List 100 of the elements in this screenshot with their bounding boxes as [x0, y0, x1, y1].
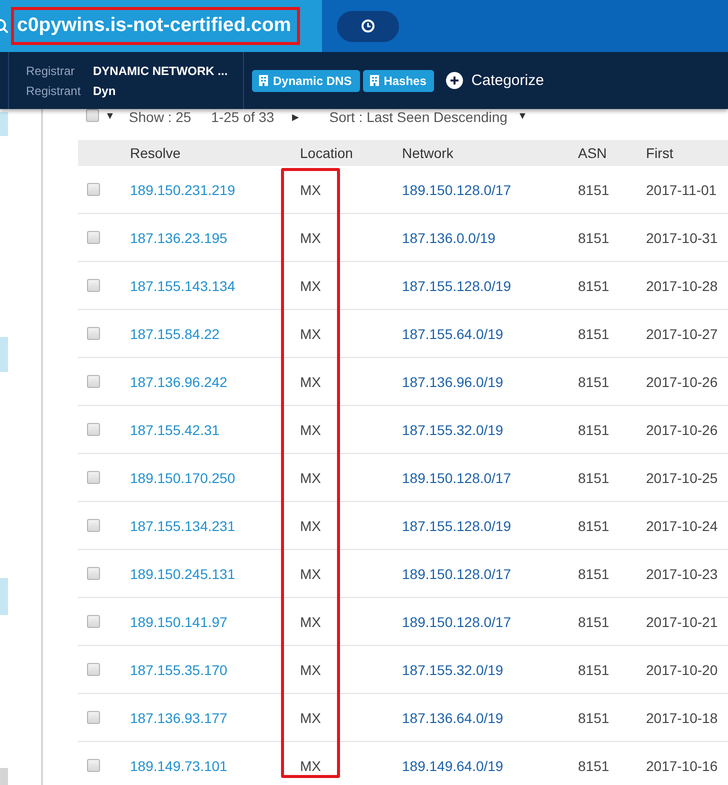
sidebar-tab[interactable]: [0, 337, 8, 372]
row-checkbox[interactable]: [87, 759, 100, 772]
search-icon: [0, 19, 8, 33]
table-cell-text: 2017-10-26: [645, 422, 719, 438]
table-link[interactable]: 189.150.128.0/17: [390, 614, 566, 630]
table-link[interactable]: 189.150.170.250: [118, 470, 288, 486]
table-link[interactable]: 187.155.128.0/19: [390, 518, 566, 534]
detail-label: Registrar: [26, 64, 76, 78]
table-cell-text: 8151: [577, 422, 610, 438]
sidebar-tab[interactable]: [0, 578, 8, 615]
row-checkbox[interactable]: [87, 711, 100, 724]
row-checkbox[interactable]: [87, 471, 100, 484]
table-cell-text: 8151: [577, 662, 610, 678]
table-cell-text: 8151: [577, 326, 610, 342]
table-cell-text: MX: [299, 518, 322, 534]
history-button[interactable]: [337, 10, 399, 42]
table-link[interactable]: 187.155.143.134: [118, 278, 288, 294]
row-checkbox[interactable]: [87, 327, 100, 340]
sort-selector[interactable]: Sort : Last Seen Descending: [329, 109, 508, 125]
table-link[interactable]: 187.155.134.231: [118, 518, 288, 534]
table-cell-text: 8151: [577, 758, 610, 774]
table-cell-text: 2017-10-21: [645, 614, 719, 630]
table-cell-text: MX: [299, 182, 322, 198]
building-icon: [370, 75, 379, 86]
next-page-button[interactable]: ▶: [292, 109, 300, 125]
table-cell-text: MX: [299, 566, 322, 582]
sort-caret[interactable]: ▼: [517, 109, 528, 125]
table-cell-text: MX: [299, 422, 322, 438]
table-link[interactable]: 187.136.0.0/19: [390, 230, 566, 246]
table-link[interactable]: 187.155.32.0/19: [390, 662, 566, 678]
table-cell-text: 2017-10-24: [645, 518, 719, 534]
row-checkbox[interactable]: [87, 615, 100, 628]
column-header[interactable]: Resolve: [118, 145, 288, 161]
clock-icon: [361, 19, 375, 33]
table-cell-text: 2017-10-18: [645, 710, 719, 726]
table-link[interactable]: 187.136.93.177: [118, 710, 288, 726]
table-cell-text: 8151: [577, 278, 610, 294]
table-cell-text: MX: [299, 758, 322, 774]
row-checkbox[interactable]: [87, 231, 100, 244]
table-cell-text: MX: [299, 662, 322, 678]
table-link[interactable]: 187.136.64.0/19: [390, 710, 566, 726]
row-checkbox[interactable]: [87, 279, 100, 292]
table-cell-text: MX: [299, 374, 322, 390]
table-cell-text: 8151: [577, 566, 610, 582]
table-link[interactable]: 189.150.231.219: [118, 182, 288, 198]
table-link[interactable]: 189.150.128.0/17: [390, 182, 566, 198]
table-link[interactable]: 187.155.84.22: [118, 326, 288, 342]
table-cell-text: MX: [299, 326, 322, 342]
table-cell-text: 8151: [577, 470, 610, 486]
page-size-selector[interactable]: Show : 25: [128, 109, 192, 125]
table-link[interactable]: 189.149.73.101: [118, 758, 288, 774]
table-cell-text: 8151: [577, 614, 610, 630]
table-link[interactable]: 189.150.128.0/17: [390, 470, 566, 486]
row-checkbox[interactable]: [87, 423, 100, 436]
detail-value: Dyn: [93, 84, 117, 98]
table-link[interactable]: 187.136.96.0/19: [390, 374, 566, 390]
table-cell-text: 2017-10-20: [645, 662, 719, 678]
table-link[interactable]: 189.150.141.97: [118, 614, 288, 630]
building-icon: [259, 75, 268, 86]
table-link[interactable]: 187.136.96.242: [118, 374, 288, 390]
categorize-button[interactable]: Categorize: [446, 72, 544, 89]
table-cell-text: 2017-10-23: [645, 566, 719, 582]
row-checkbox[interactable]: [87, 183, 100, 196]
table-cell-text: 8151: [577, 230, 610, 246]
table-link[interactable]: 189.149.64.0/19: [390, 758, 566, 774]
table-link[interactable]: 187.155.42.31: [118, 422, 288, 438]
column-header[interactable]: Network: [390, 145, 566, 161]
table-cell-text: 8151: [577, 374, 610, 390]
select-menu-caret[interactable]: ▼: [105, 109, 115, 125]
table-link[interactable]: 187.155.32.0/19: [390, 422, 566, 438]
table-cell-text: 2017-10-27: [645, 326, 719, 342]
table-cell-text: 2017-10-26: [645, 374, 719, 390]
row-checkbox[interactable]: [87, 519, 100, 532]
sidebar-marker: [0, 768, 8, 785]
column-header[interactable]: ASN: [566, 145, 634, 161]
table-link[interactable]: 187.155.35.170: [118, 662, 288, 678]
table-cell-text: 8151: [577, 710, 610, 726]
table-cell-text: 2017-10-28: [645, 278, 719, 294]
column-header[interactable]: Location: [288, 145, 390, 161]
table-cell-text: 8151: [577, 518, 610, 534]
table-link[interactable]: 187.155.64.0/19: [390, 326, 566, 342]
column-header[interactable]: First: [634, 145, 728, 161]
row-checkbox[interactable]: [87, 663, 100, 676]
table-link[interactable]: 189.150.245.131: [118, 566, 288, 582]
table-cell-text: 2017-10-16: [645, 758, 719, 774]
row-checkbox[interactable]: [87, 567, 100, 580]
table-cell-text: MX: [299, 470, 322, 486]
table-cell-text: MX: [299, 278, 322, 294]
sidebar-tab[interactable]: [0, 112, 8, 136]
table-link[interactable]: 187.155.128.0/19: [390, 278, 566, 294]
table-link[interactable]: 187.136.23.195: [118, 230, 288, 246]
table-link[interactable]: 189.150.128.0/17: [390, 566, 566, 582]
plus-circle-icon: [446, 72, 464, 89]
row-checkbox[interactable]: [87, 375, 100, 388]
detail-value: DYNAMIC NETWORK ...: [93, 64, 229, 78]
select-all-checkbox[interactable]: [86, 109, 99, 122]
table-cell-text: 2017-11-01: [645, 182, 718, 198]
table-cell-text: MX: [299, 710, 322, 726]
table-cell-text: 2017-10-31: [645, 230, 719, 246]
page-range: 1-25 of 33: [211, 109, 274, 125]
